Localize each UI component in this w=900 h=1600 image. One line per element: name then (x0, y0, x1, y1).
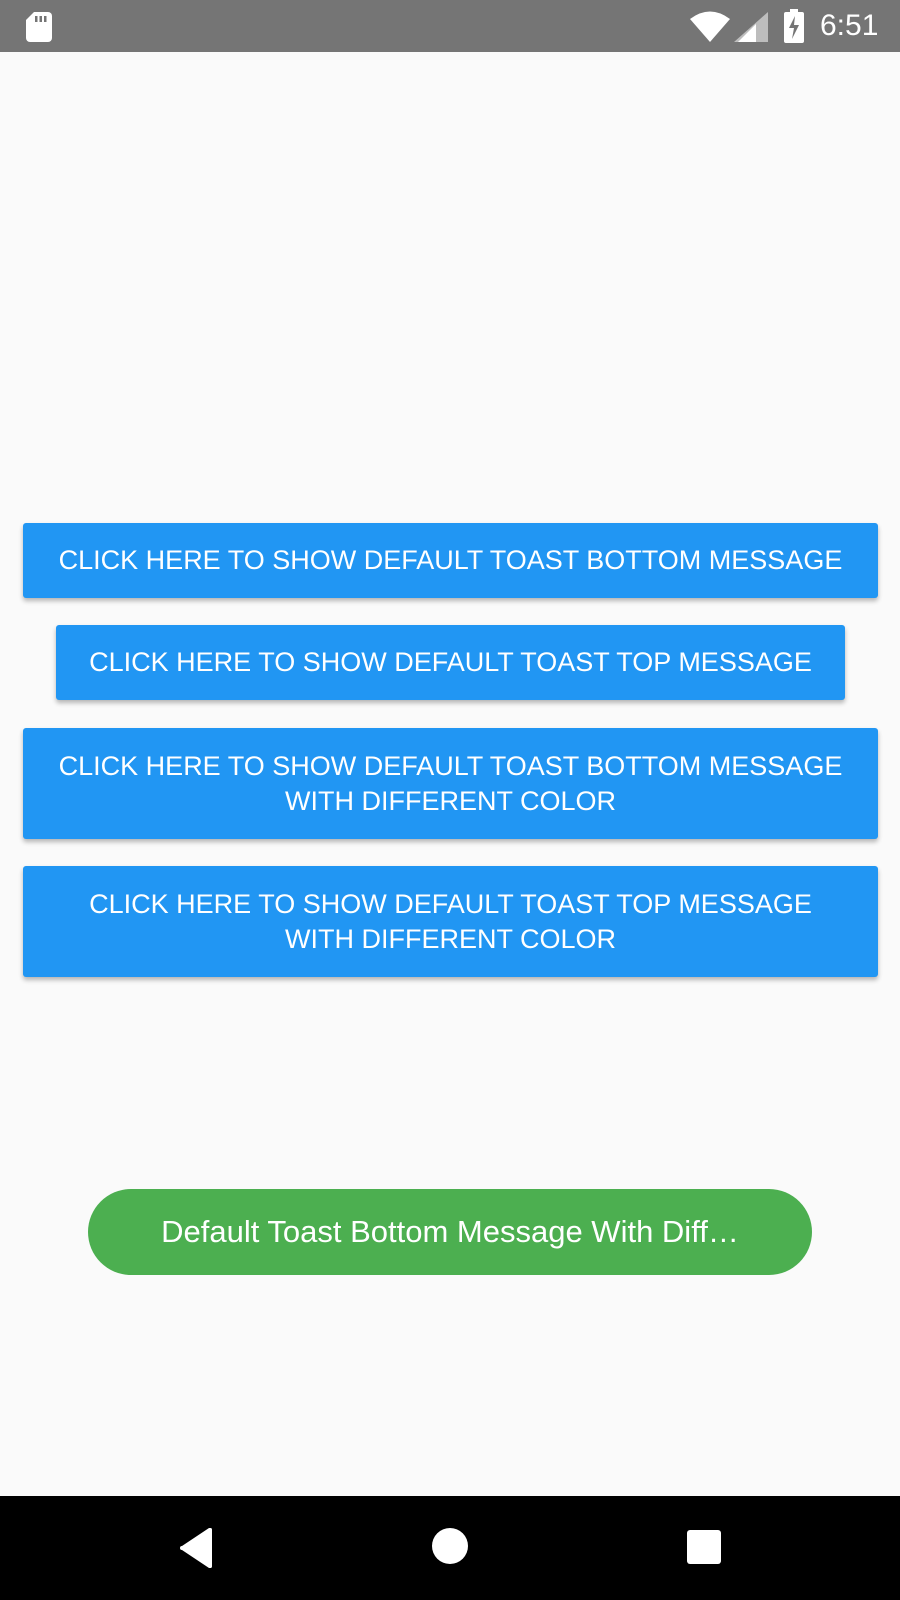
back-icon[interactable] (180, 1528, 214, 1568)
main-content: CLICK HERE TO SHOW DEFAULT TOAST BOTTOM … (0, 52, 900, 1496)
status-bar: 6:51 (0, 0, 900, 52)
wifi-icon (690, 11, 730, 42)
recent-apps-icon[interactable] (687, 1530, 721, 1564)
home-icon[interactable] (432, 1528, 468, 1564)
toast-text: Default Toast Bottom Message With Diff… (161, 1214, 739, 1249)
status-time: 6:51 (820, 9, 879, 42)
navigation-bar (0, 1496, 900, 1600)
toast-message: Default Toast Bottom Message With Diff… (88, 1189, 812, 1275)
show-top-toast-button[interactable]: CLICK HERE TO SHOW DEFAULT TOAST TOP MES… (56, 625, 845, 700)
show-bottom-toast-button[interactable]: CLICK HERE TO SHOW DEFAULT TOAST BOTTOM … (23, 523, 878, 598)
battery-charging-icon (784, 9, 804, 43)
show-top-toast-color-button[interactable]: CLICK HERE TO SHOW DEFAULT TOAST TOP MES… (23, 866, 878, 977)
cell-signal-icon (734, 12, 768, 42)
show-bottom-toast-color-button[interactable]: CLICK HERE TO SHOW DEFAULT TOAST BOTTOM … (23, 728, 878, 839)
sd-card-icon (26, 12, 52, 42)
